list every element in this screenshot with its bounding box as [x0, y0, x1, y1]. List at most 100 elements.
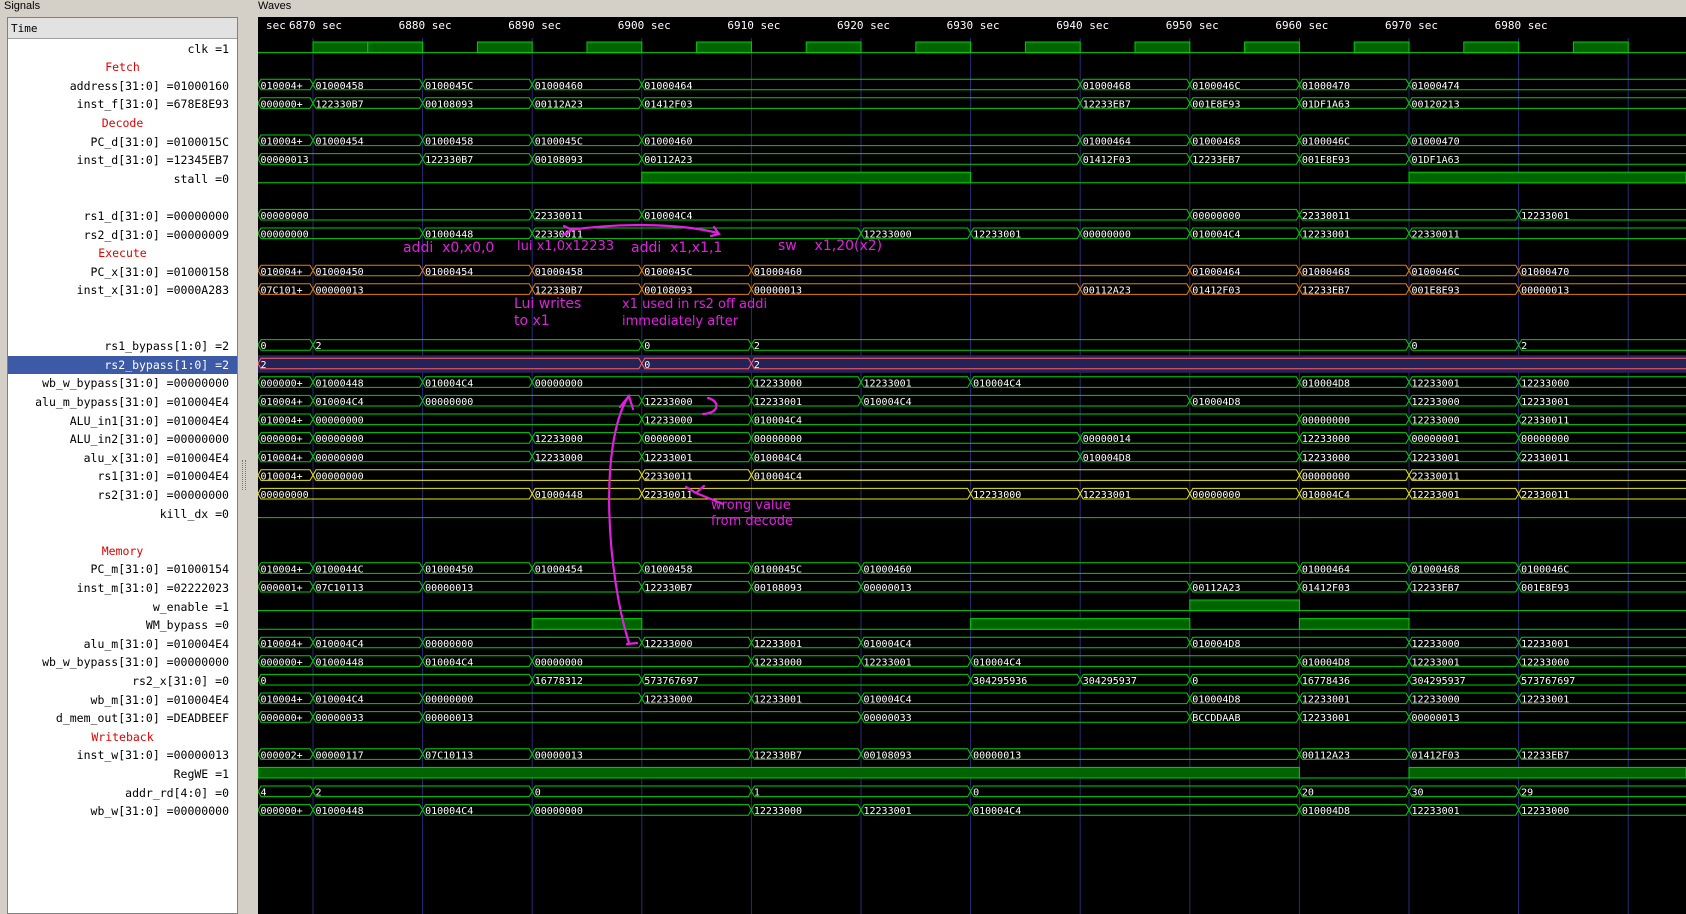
- bus-value: 000000+: [261, 657, 303, 668]
- signal-name[interactable]: wb_m[31:0] =010004E4: [8, 691, 237, 709]
- bus-value: 00000001: [1412, 434, 1460, 445]
- panel-splitter[interactable]: [240, 0, 246, 914]
- splitter-grip-icon[interactable]: [242, 460, 246, 490]
- bus-value: 00000000: [425, 397, 473, 408]
- ruler-tick: 6930 sec: [946, 19, 1000, 32]
- signal-name[interactable]: stall =0: [8, 170, 237, 188]
- bus-value: 12233EB7: [1412, 583, 1460, 594]
- bus-segment: [312, 339, 643, 351]
- signal-name[interactable]: rs2_bypass[1:0] =2: [8, 355, 237, 374]
- bus-value: 12233000: [644, 416, 692, 427]
- bus-value: 001E8E93: [1412, 285, 1460, 296]
- signal-name[interactable]: [8, 188, 237, 206]
- bus-value: 12233000: [1412, 397, 1460, 408]
- bus-value: 010004C4: [864, 639, 912, 650]
- signal-name[interactable]: ALU_in1[31:0] =010004E4: [8, 412, 237, 430]
- bus-segment: [641, 339, 752, 351]
- signal-group-header[interactable]: Execute: [8, 244, 237, 262]
- bus-value: 122330B7: [425, 155, 473, 166]
- bus-value: 4: [261, 788, 267, 799]
- signal-name[interactable]: alu_x[31:0] =010004E4: [8, 449, 237, 467]
- bus-value: 00000013: [1521, 285, 1569, 296]
- bus-value: 010004+: [261, 639, 303, 650]
- signal-name[interactable]: inst_x[31:0] =0000A283: [8, 281, 237, 299]
- bus-value: 01000448: [535, 490, 583, 501]
- time-header[interactable]: Time: [8, 18, 237, 39]
- signal-name[interactable]: wb_w_bypass[31:0] =00000000: [8, 653, 237, 671]
- signal-list[interactable]: Time clk =1 Fetch address[31:0] =01000160 i…: [7, 17, 238, 914]
- bus-value: 00000013: [864, 583, 912, 594]
- waveform-canvas[interactable]: 010004+ 01000458 0100045C 01000460 01000464 0…: [258, 17, 1686, 914]
- signal-name[interactable]: clk =1: [8, 40, 237, 58]
- clock-pulse: [696, 41, 752, 54]
- signal-name[interactable]: addr_rd[4:0] =0: [8, 784, 237, 802]
- signal-name[interactable]: inst_w[31:0] =00000013: [8, 746, 237, 764]
- signal-group-header[interactable]: Fetch: [8, 58, 237, 76]
- signal-name[interactable]: wb_w_bypass[31:0] =00000000: [8, 374, 237, 392]
- bus-value: 0: [1192, 676, 1198, 687]
- signal-name[interactable]: rs2_x[31:0] =0: [8, 672, 237, 690]
- bus-value: 010004+: [261, 471, 303, 482]
- signal-name[interactable]: PC_x[31:0] =01000158: [8, 263, 237, 281]
- ruler-tick: 6870 sec: [289, 19, 342, 32]
- signal-name[interactable]: w_enable =1: [8, 598, 237, 616]
- bus-value: 010004C4: [425, 657, 473, 668]
- bus-value: 2: [1521, 341, 1527, 352]
- bus-value: 000000+: [261, 806, 303, 817]
- bus-value: 1: [754, 788, 760, 799]
- signal-name[interactable]: inst_f[31:0] =678E8E93: [8, 95, 237, 113]
- signal-name[interactable]: rs1_d[31:0] =00000000: [8, 207, 237, 225]
- signal-name[interactable]: alu_m[31:0] =010004E4: [8, 635, 237, 653]
- bus-value: 001E8E93: [1192, 99, 1240, 110]
- signal-name[interactable]: d_mem_out[31:0] =DEADBEEF: [8, 709, 237, 727]
- waves-title: Waves: [258, 0, 292, 12]
- signal-name[interactable]: rs1_bypass[1:0] =2: [8, 337, 237, 355]
- bus-value: 22330011: [1521, 490, 1569, 501]
- signal-name[interactable]: PC_m[31:0] =01000154: [8, 560, 237, 578]
- bus-value: 010004D8: [1192, 397, 1240, 408]
- bus-value: 00120213: [1412, 99, 1460, 110]
- signal-name[interactable]: wb_w[31:0] =00000000: [8, 802, 237, 820]
- bus-value: 00000000: [261, 211, 309, 222]
- signal-name[interactable]: [8, 300, 237, 318]
- signal-name[interactable]: WM_bypass =0: [8, 616, 237, 634]
- signal-name[interactable]: inst_d[31:0] =12345EB7: [8, 151, 237, 169]
- bus-value: 00000000: [1192, 490, 1240, 501]
- bus-value: 12233000: [1412, 416, 1460, 427]
- clock-pulse: [476, 41, 533, 54]
- signal-name[interactable]: RegWE =1: [8, 765, 237, 783]
- signal-name[interactable]: [8, 319, 237, 337]
- signal-name[interactable]: rs2_d[31:0] =00000009: [8, 226, 237, 244]
- signal-group-header[interactable]: Decode: [8, 114, 237, 132]
- wave-area[interactable]: 010004+ 01000458 0100045C 01000460 01000464 0…: [258, 17, 1686, 914]
- clock-pulse: [586, 41, 643, 54]
- bit-high-pulse: [970, 618, 1191, 630]
- bus-value: 00000000: [261, 230, 309, 241]
- signal-name[interactable]: alu_m_bypass[31:0] =010004E4: [8, 393, 237, 411]
- bus-value: 304295937: [1412, 676, 1466, 687]
- time-ruler[interactable]: sec 6870 sec 6880 sec 6890 sec 6900 sec 6910 …: [258, 17, 1686, 38]
- signal-name[interactable]: ALU_in2[31:0] =00000000: [8, 430, 237, 448]
- signal-group-header[interactable]: Memory: [8, 542, 237, 560]
- signal-name[interactable]: rs1[31:0] =010004E4: [8, 467, 237, 485]
- bus-value: 010004+: [261, 416, 303, 427]
- bus-value: 01000458: [644, 564, 692, 575]
- signal-name[interactable]: kill_dx =0: [8, 505, 237, 523]
- bus-value: 12233000: [754, 806, 802, 817]
- bus-value: 001E8E93: [1302, 155, 1350, 166]
- signal-name[interactable]: address[31:0] =01000160: [8, 77, 237, 95]
- bus-value: 010004D8: [1083, 453, 1131, 464]
- bus-value: 00000000: [535, 378, 583, 389]
- signal-name[interactable]: inst_m[31:0] =02222023: [8, 579, 237, 597]
- bus-value: 12233EB7: [1192, 155, 1240, 166]
- bus-value: 000000+: [261, 378, 303, 389]
- bus-value: 22330011: [644, 490, 692, 501]
- signal-group-header[interactable]: Writeback: [8, 728, 237, 746]
- signal-name[interactable]: PC_d[31:0] =0100015C: [8, 133, 237, 151]
- signal-name[interactable]: [8, 523, 237, 541]
- bus-value: 12233000: [1302, 434, 1350, 445]
- signal-name[interactable]: rs2[31:0] =00000000: [8, 486, 237, 504]
- bus-value: 573767697: [644, 676, 698, 687]
- bus-value: 122330B7: [754, 750, 802, 761]
- bus-value: 12233001: [1302, 695, 1350, 706]
